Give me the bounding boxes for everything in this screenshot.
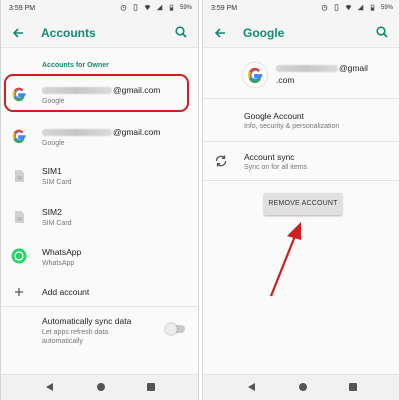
nav-bar [203, 374, 399, 400]
wifi-icon [144, 5, 151, 11]
page-title: Google [243, 26, 285, 40]
vibrate-icon [133, 4, 138, 11]
account-type: SIM Card [42, 179, 72, 186]
section-header: Accounts for Owner [42, 62, 109, 69]
google-icon [247, 67, 263, 84]
account-item-sim1[interactable]: SIM1 SIM Card [1, 162, 198, 192]
account-type: Google [42, 140, 65, 147]
account-email-domain: .com [276, 75, 295, 85]
divider [203, 141, 399, 142]
status-time: 3:59 PM [9, 5, 36, 12]
google-account-screen: 3:59 PM 59% Google @gmail .com Google Ac… [202, 0, 400, 400]
search-icon[interactable] [375, 25, 389, 39]
search-icon[interactable] [174, 25, 188, 39]
battery-percent: 59% [179, 4, 192, 11]
google-icon [12, 129, 26, 144]
sync-icon [215, 155, 227, 167]
signal-icon [357, 4, 364, 11]
remove-account-button[interactable]: REMOVE ACCOUNT [264, 193, 342, 215]
account-email: @gmail.com [113, 127, 161, 137]
nav-recents-icon[interactable] [349, 383, 357, 391]
screenshot-frame: 3:59 PM 59% Accounts Accounts for Owner [0, 0, 400, 400]
auto-sync-subtitle-2: automatically [42, 338, 83, 345]
status-time: 3:59 PM [211, 5, 238, 12]
alarm-icon [120, 5, 127, 11]
account-header: @gmail .com [203, 49, 399, 99]
battery-icon [370, 4, 375, 11]
google-logo [243, 63, 267, 87]
nav-home-icon[interactable] [299, 383, 307, 391]
auto-sync-toggle[interactable] [165, 323, 185, 335]
google-account-title: Google Account [244, 111, 305, 121]
google-account-subtitle: Info, security & personalization [244, 123, 340, 130]
nav-back-icon[interactable] [248, 383, 255, 391]
nav-recents-icon[interactable] [147, 383, 155, 391]
plus-icon [15, 288, 23, 296]
account-email: @gmail [339, 63, 368, 73]
battery-percent: 59% [380, 4, 393, 11]
alarm-icon [321, 5, 328, 11]
account-sync-title: Account sync [244, 152, 295, 162]
battery-icon [169, 4, 174, 11]
divider [1, 306, 198, 307]
toggle-knob [165, 323, 177, 335]
app-bar: Google [203, 18, 399, 48]
add-account-button[interactable]: Add account [1, 282, 198, 302]
status-bar: 3:59 PM 59% [203, 0, 399, 18]
redacted-email [276, 65, 338, 73]
nav-home-icon[interactable] [97, 383, 105, 391]
app-bar: Accounts [1, 18, 198, 48]
account-name: SIM1 [42, 166, 62, 176]
account-sync-item[interactable]: Account sync Sync on for all items [203, 145, 399, 179]
page-title: Accounts [41, 26, 96, 40]
account-item-sim2[interactable]: SIM2 SIM Card [1, 203, 198, 233]
vibrate-icon [334, 4, 339, 11]
nav-bar [1, 374, 198, 400]
auto-sync-title: Automatically sync data [42, 316, 132, 326]
account-sync-subtitle: Sync on for all items [244, 164, 308, 171]
nav-back-icon[interactable] [46, 383, 53, 391]
account-type: SIM Card [42, 220, 72, 227]
account-name: WhatsApp [42, 247, 82, 257]
google-account-item[interactable]: Google Account Info, security & personal… [203, 104, 399, 138]
sim-card-icon [15, 170, 24, 182]
whatsapp-icon [11, 248, 27, 264]
wifi-icon [345, 5, 352, 11]
sim-card-icon [15, 211, 24, 223]
accounts-screen: 3:59 PM 59% Accounts Accounts for Owner [0, 0, 199, 400]
account-name: SIM2 [42, 207, 62, 217]
arrow-back-icon[interactable] [11, 26, 25, 40]
account-type: WhatsApp [42, 260, 75, 267]
status-bar: 3:59 PM 59% [1, 0, 198, 18]
highlight-box [4, 74, 189, 112]
account-item-whatsapp[interactable]: WhatsApp WhatsApp [1, 243, 198, 273]
divider [203, 180, 399, 181]
add-account-label: Add account [42, 287, 90, 297]
account-item-google-2[interactable]: @gmail.com Google [1, 122, 198, 152]
arrow-back-icon[interactable] [213, 26, 227, 40]
signal-icon [156, 4, 163, 11]
redacted-email [42, 129, 112, 137]
auto-sync-subtitle-1: Let apps refresh data [42, 329, 109, 336]
